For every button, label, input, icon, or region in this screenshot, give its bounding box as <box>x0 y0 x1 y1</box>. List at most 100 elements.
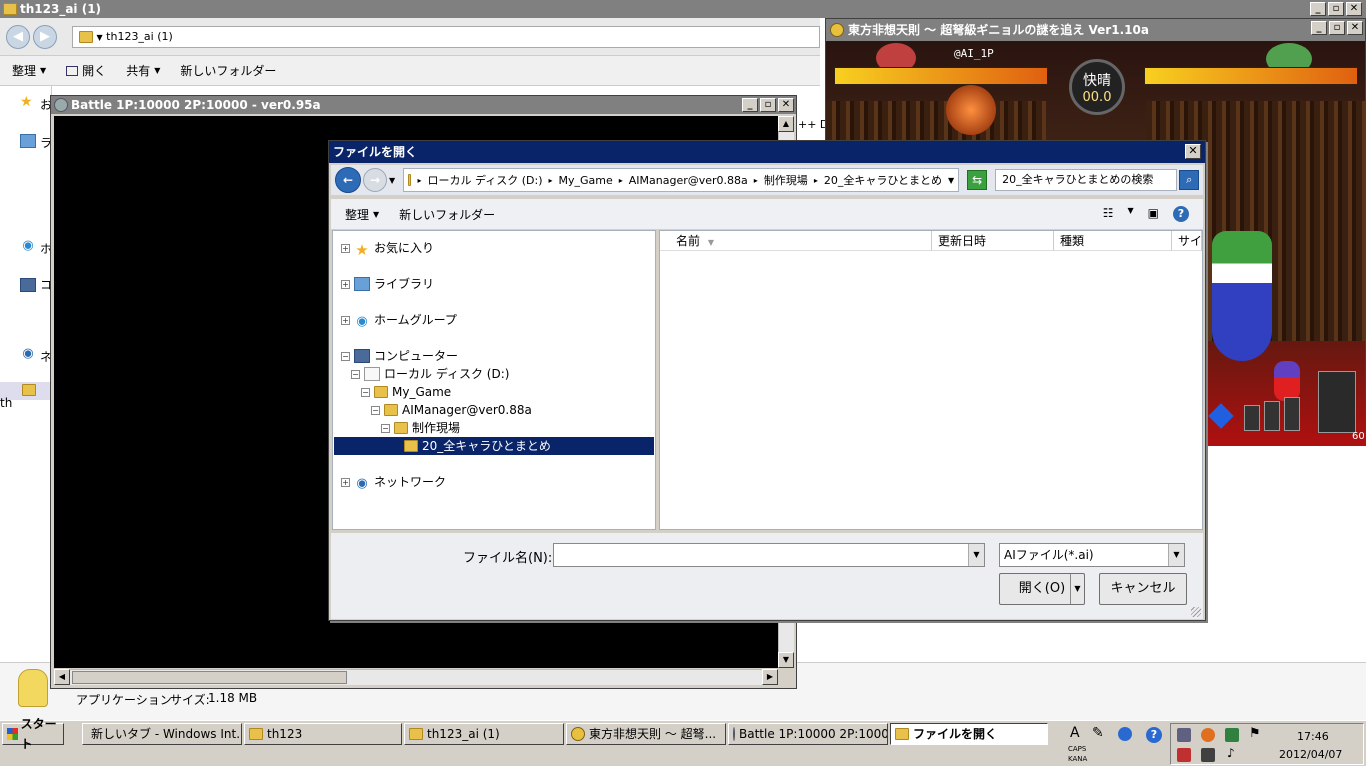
breadcrumb-item[interactable]: 制作現場 <box>764 172 808 188</box>
back-icon[interactable]: ◀ <box>6 25 30 49</box>
horizontal-scrollbar[interactable]: ◀ ▶ <box>54 669 778 685</box>
open-button[interactable]: 開く <box>66 62 106 79</box>
chevron-down-icon[interactable]: ▼ <box>968 544 984 566</box>
tree-item-homegroup[interactable]: + ◉ ホームグループ <box>341 311 457 329</box>
scroll-right-icon[interactable]: ▶ <box>762 669 778 685</box>
game-titlebar[interactable]: 東方非想天則 ～ 超弩級ギニョルの謎を追え Ver1.10a _ ▫ ✕ <box>826 19 1365 41</box>
breadcrumb-item[interactable]: ローカル ディスク (D:) <box>428 172 543 188</box>
close-icon[interactable]: ✕ <box>1347 21 1363 35</box>
chevron-down-icon[interactable]: ▼ <box>1128 206 1134 222</box>
expand-icon[interactable]: + <box>341 243 350 253</box>
minimize-icon[interactable]: _ <box>1310 2 1326 16</box>
share-button[interactable]: 共有 ▼ <box>126 62 160 79</box>
maximize-icon[interactable]: ▫ <box>1328 2 1344 16</box>
task-button-file-dialog[interactable]: ファイルを開く <box>890 723 1048 745</box>
scroll-up-icon[interactable]: ▲ <box>778 116 794 132</box>
tray-update-icon[interactable] <box>1201 728 1215 742</box>
tray-device-icon[interactable] <box>1177 748 1191 762</box>
breadcrumb-item[interactable]: AIManager@ver0.88a <box>629 174 748 187</box>
collapse-icon[interactable]: − <box>371 405 380 415</box>
forward-icon[interactable]: → <box>363 168 387 192</box>
tree-item-aimanager[interactable]: − AIManager@ver0.88a <box>371 401 532 419</box>
new-folder-button[interactable]: 新しいフォルダー <box>180 62 276 79</box>
flag-icon[interactable]: ⚑ <box>1249 726 1261 741</box>
explorer-titlebar[interactable]: th123_ai (1) <box>0 0 1366 18</box>
history-dropdown-icon[interactable]: ▼ <box>389 176 395 185</box>
task-button-th123-ai[interactable]: th123_ai (1) <box>404 723 564 745</box>
tree-item-computer[interactable]: − コンピューター <box>341 347 458 365</box>
task-button-ie[interactable]: 新しいタブ - Windows Int... <box>82 723 242 745</box>
collapse-icon[interactable]: − <box>351 369 360 379</box>
column-size[interactable]: サイズ <box>1172 231 1202 251</box>
preview-pane-icon[interactable]: ▣ <box>1148 206 1159 222</box>
expand-icon[interactable]: + <box>341 315 350 325</box>
resize-grip-icon[interactable] <box>1191 607 1201 617</box>
tray-monitor-icon[interactable] <box>1201 748 1215 762</box>
collapse-icon[interactable]: − <box>341 351 350 361</box>
explorer-address-bar[interactable]: ▼ th123_ai (1) <box>72 26 820 48</box>
organize-button[interactable]: 整理 ▼ <box>345 206 379 223</box>
task-button-battle[interactable]: Battle 1P:10000 2P:1000... <box>728 723 888 745</box>
tree-item-workshop[interactable]: − 制作現場 <box>381 419 460 437</box>
expand-icon[interactable]: + <box>341 279 350 289</box>
weather-name: 快晴 <box>1083 73 1111 89</box>
tree-item-network[interactable]: + ◉ ネットワーク <box>341 473 446 491</box>
tree-item-selected-folder[interactable]: 20_全キャラひとまとめ <box>334 437 654 455</box>
close-icon[interactable]: ✕ <box>1185 144 1201 159</box>
dialog-titlebar[interactable]: ファイルを開く ✕ <box>329 141 1205 163</box>
close-icon[interactable]: ✕ <box>778 98 794 112</box>
volume-icon[interactable]: ♪ <box>1227 746 1235 760</box>
clock-time[interactable]: 17:46 <box>1297 730 1329 743</box>
tray-app-icon[interactable] <box>1177 728 1191 742</box>
maximize-icon[interactable]: ▫ <box>1329 21 1345 35</box>
refresh-icon[interactable]: ⇆ <box>967 170 988 190</box>
column-modified[interactable]: 更新日時 <box>932 231 1054 251</box>
tree-item-libraries[interactable]: + ライブラリ <box>341 275 434 293</box>
forward-icon[interactable]: ▶ <box>33 25 57 49</box>
help-icon[interactable]: ? <box>1173 206 1189 222</box>
collapse-icon[interactable]: − <box>361 387 370 397</box>
task-button-th123[interactable]: th123 <box>244 723 402 745</box>
organize-button[interactable]: 整理 ▼ <box>12 62 46 79</box>
open-button[interactable]: 開く(O) ▼ <box>999 573 1085 605</box>
nav-selected-row[interactable]: th <box>0 382 52 410</box>
task-button-game[interactable]: 東方非想天則 ～ 超弩... <box>566 723 726 745</box>
tool-icon[interactable]: ✎ <box>1092 725 1104 741</box>
file-list[interactable]: 名前 ▼ 更新日時 種類 サイズ <box>659 230 1203 530</box>
breadcrumb-item[interactable]: My_Game <box>559 174 613 187</box>
breadcrumb[interactable]: ▸ ローカル ディスク (D:) ▸ My_Game ▸ AIManager@v… <box>403 168 960 192</box>
search-input[interactable]: 20_全キャラひとまとめの検索 <box>995 169 1178 191</box>
close-icon[interactable]: ✕ <box>1346 2 1362 16</box>
collapse-icon[interactable]: − <box>381 423 390 433</box>
ime-mode[interactable]: A <box>1070 725 1080 741</box>
filename-input[interactable]: ▼ <box>553 543 985 567</box>
new-folder-button[interactable]: 新しいフォルダー <box>399 206 495 223</box>
view-list-icon[interactable]: ☷ <box>1103 206 1114 222</box>
scroll-left-icon[interactable]: ◀ <box>54 669 70 685</box>
column-type[interactable]: 種類 <box>1054 231 1172 251</box>
ime-pad-icon[interactable] <box>1118 727 1132 741</box>
back-icon[interactable]: ← <box>335 167 361 193</box>
start-button[interactable]: スタート <box>2 717 64 751</box>
battle-titlebar[interactable]: Battle 1P:10000 2P:10000 - ver0.95a _ ▫ … <box>51 96 796 114</box>
chevron-down-icon[interactable]: ▼ <box>1070 574 1084 604</box>
breadcrumb-item[interactable]: 20_全キャラひとまとめ <box>824 172 942 188</box>
expand-icon[interactable]: + <box>341 477 350 487</box>
minimize-icon[interactable]: _ <box>742 98 758 112</box>
scroll-down-icon[interactable]: ▼ <box>778 652 794 668</box>
clock-date[interactable]: 2012/04/07 <box>1279 748 1342 761</box>
minimize-icon[interactable]: _ <box>1311 21 1327 35</box>
cancel-button[interactable]: キャンセル <box>1099 573 1187 605</box>
scroll-thumb[interactable] <box>72 671 347 684</box>
tree-item-my-game[interactable]: − My_Game <box>361 383 451 401</box>
search-icon[interactable]: ⌕ <box>1179 170 1200 190</box>
column-name[interactable]: 名前 ▼ <box>660 231 932 251</box>
chevron-down-icon[interactable]: ▼ <box>1168 544 1184 566</box>
tray-security-icon[interactable] <box>1225 728 1239 742</box>
chevron-down-icon[interactable]: ▼ <box>948 176 954 185</box>
tree-item-local-disk[interactable]: − ローカル ディスク (D:) <box>351 365 509 383</box>
maximize-icon[interactable]: ▫ <box>760 98 776 112</box>
filetype-select[interactable]: AIファイル(*.ai) ▼ <box>999 543 1185 567</box>
tree-item-favorites[interactable]: + ★ お気に入り <box>341 239 434 259</box>
help-icon[interactable]: ? <box>1146 727 1162 743</box>
